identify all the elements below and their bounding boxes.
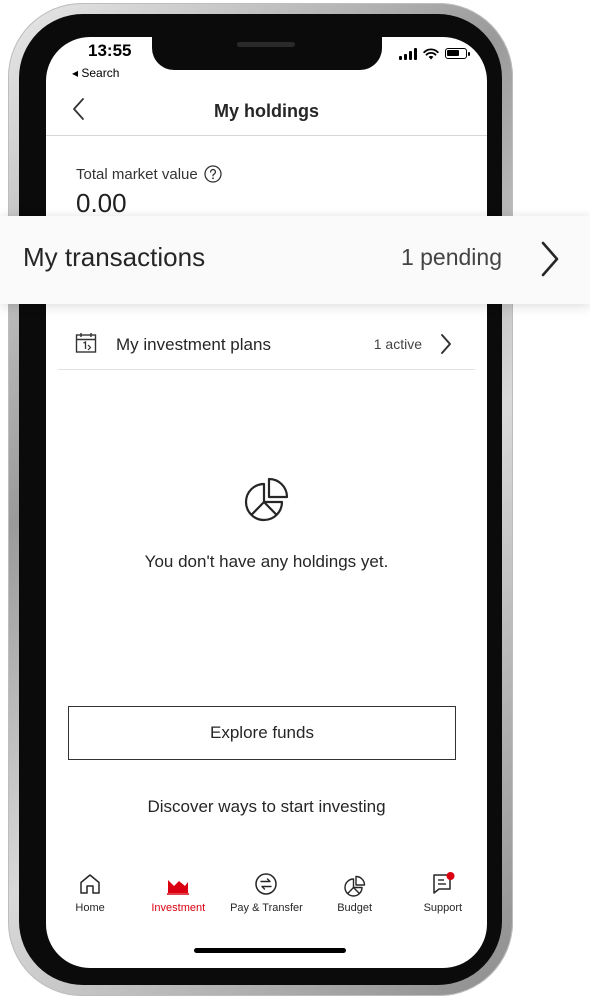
tab-budget-label: Budget: [337, 902, 373, 914]
tab-home-label: Home: [75, 902, 105, 914]
investment-plans-count: 1 active: [373, 336, 422, 352]
notification-badge: [446, 872, 455, 880]
notch: [152, 37, 382, 70]
total-market-value-text: Total market value: [76, 165, 198, 183]
tab-investment-label: Investment: [151, 902, 206, 914]
app-screen: 13:55 ◂ Search My holdings Total market …: [46, 37, 487, 968]
discover-investing-link[interactable]: Discover ways to start investing: [46, 797, 487, 817]
page-title: My holdings: [214, 101, 319, 121]
home-indicator[interactable]: [194, 948, 346, 953]
total-market-value-label: Total market value: [76, 165, 222, 183]
tab-investment[interactable]: Investment: [136, 871, 220, 931]
tab-pay-transfer-label: Pay & Transfer: [230, 902, 303, 914]
question-circle-icon[interactable]: [204, 165, 222, 183]
home-icon: [80, 874, 100, 894]
tab-home[interactable]: Home: [48, 871, 132, 931]
budget-pie-icon: [343, 875, 365, 897]
chart-icon: [167, 880, 190, 895]
chat-icon: [433, 872, 455, 894]
wifi-icon: [423, 47, 439, 59]
my-transactions-row[interactable]: My transactions 1 pending: [0, 216, 590, 304]
status-icons: [399, 47, 470, 60]
chevron-right-icon: [441, 334, 451, 354]
signal-icon: [399, 47, 417, 60]
speaker: [237, 42, 295, 47]
tab-support[interactable]: Support: [401, 871, 485, 931]
transfer-icon: [255, 873, 278, 895]
tab-bar: Home Investment Pay & Transfer Budget Su…: [46, 871, 487, 931]
pie-chart-icon: [244, 477, 289, 522]
explore-funds-button[interactable]: Explore funds: [68, 706, 456, 760]
my-transactions-label: My transactions: [23, 242, 206, 272]
tab-budget[interactable]: Budget: [313, 871, 397, 931]
investment-plans-row[interactable]: My investment plans 1 active: [58, 321, 475, 370]
chevron-right-icon: [541, 241, 559, 277]
tab-support-label: Support: [423, 902, 463, 914]
back-to-app-link[interactable]: ◂ Search: [72, 66, 119, 80]
status-time: 13:55: [88, 41, 132, 60]
investment-plans-label: My investment plans: [116, 335, 271, 354]
empty-state-message: You don't have any holdings yet.: [144, 552, 389, 571]
calendar-icon: [75, 333, 97, 353]
nav-header: My holdings: [46, 87, 487, 136]
battery-icon: [445, 48, 470, 59]
tab-pay-transfer[interactable]: Pay & Transfer: [224, 871, 308, 931]
total-market-value: 0.00: [76, 188, 127, 218]
my-transactions-count: 1 pending: [400, 244, 502, 270]
